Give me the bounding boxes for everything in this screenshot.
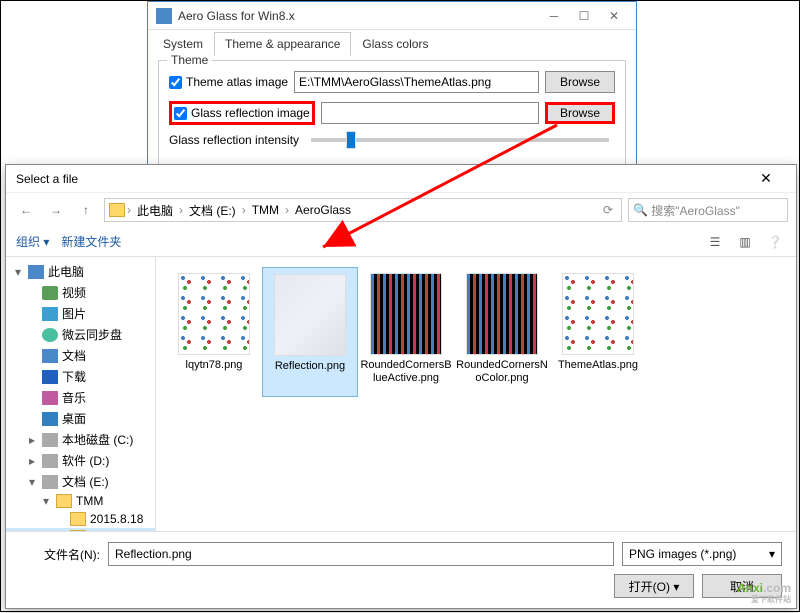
window-title: Aero Glass for Win8.x xyxy=(178,9,540,23)
tree-item[interactable]: 下载 xyxy=(6,366,155,387)
atlas-checkbox[interactable]: Theme atlas image xyxy=(169,75,288,89)
dialog-close-button[interactable]: ✕ xyxy=(746,170,786,187)
tree-item[interactable]: ▾TMM xyxy=(6,492,155,510)
search-input[interactable]: 🔍 搜索"AeroGlass" xyxy=(628,198,788,222)
file-item[interactable]: ThemeAtlas.png xyxy=(550,267,646,397)
file-item[interactable]: RoundedCornersNoColor.png xyxy=(454,267,550,397)
file-item[interactable]: Reflection.png xyxy=(262,267,358,397)
intensity-slider[interactable] xyxy=(311,138,609,142)
dialog-titlebar: Select a file ✕ xyxy=(6,165,796,193)
settings-titlebar: Aero Glass for Win8.x ─ ☐ ✕ xyxy=(148,2,636,30)
crumb-1[interactable]: 文档 (E:) xyxy=(185,202,240,219)
open-button[interactable]: 打开(O) ▾ xyxy=(614,574,694,598)
file-list: lqytn78.pngReflection.pngRoundedCornersB… xyxy=(156,257,796,531)
toolbar: 组织 ▾ 新建文件夹 ☰ ▥ ❔ xyxy=(6,227,796,257)
dialog-title: Select a file xyxy=(16,172,746,186)
tree-item[interactable]: ▸本地磁盘 (C:) xyxy=(6,429,155,450)
atlas-path-input[interactable] xyxy=(294,71,539,93)
tree-item[interactable]: 微云同步盘 xyxy=(6,324,155,345)
tab-theme[interactable]: Theme & appearance xyxy=(214,32,351,56)
crumb-3[interactable]: AeroGlass xyxy=(291,203,355,217)
help-button[interactable]: ❔ xyxy=(764,231,786,253)
minimize-button[interactable]: ─ xyxy=(540,9,568,23)
folder-icon xyxy=(109,203,125,217)
tab-colors[interactable]: Glass colors xyxy=(351,32,439,56)
view-icons-button[interactable]: ☰ xyxy=(704,231,726,253)
dialog-bottom: 文件名(N): PNG images (*.png)▾ 打开(O) ▾ 取消 xyxy=(6,531,796,608)
tree-item[interactable]: 视频 xyxy=(6,282,155,303)
app-icon xyxy=(156,8,172,24)
tree-item[interactable]: 2015.8.18 xyxy=(6,510,155,528)
nav-up-button[interactable]: ↑ xyxy=(74,198,98,222)
nav-back-button[interactable]: ← xyxy=(14,198,38,222)
filter-dropdown[interactable]: PNG images (*.png)▾ xyxy=(622,542,782,566)
tree-item[interactable]: ▾此电脑 xyxy=(6,261,155,282)
tree-item[interactable]: ▾文档 (E:) xyxy=(6,471,155,492)
tree-item[interactable]: 图片 xyxy=(6,303,155,324)
theme-groupbox: Theme Theme atlas image Browse Glass ref… xyxy=(158,60,626,166)
organize-button[interactable]: 组织 ▾ xyxy=(16,233,49,250)
close-button[interactable]: ✕ xyxy=(600,9,628,23)
reflection-checkbox[interactable]: Glass reflection image xyxy=(169,101,315,125)
atlas-browse-button[interactable]: Browse xyxy=(545,71,615,93)
nav-bar: ← → ↑ › 此电脑› 文档 (E:)› TMM› AeroGlass ⟳ 🔍… xyxy=(6,193,796,227)
file-dialog: Select a file ✕ ← → ↑ › 此电脑› 文档 (E:)› TM… xyxy=(5,164,797,609)
nav-fwd-button[interactable]: → xyxy=(44,198,68,222)
maximize-button[interactable]: ☐ xyxy=(570,9,598,23)
tree-item[interactable]: 桌面 xyxy=(6,408,155,429)
tree-item[interactable]: ▸软件 (D:) xyxy=(6,450,155,471)
tree-item[interactable]: 文档 xyxy=(6,345,155,366)
file-item[interactable]: RoundedCornersBlueActive.png xyxy=(358,267,454,397)
nav-tree: ▾此电脑视频图片微云同步盘文档下载音乐桌面▸本地磁盘 (C:)▸软件 (D:)▾… xyxy=(6,257,156,531)
intensity-label: Glass reflection intensity xyxy=(169,133,299,147)
watermark: Anxi.com 爱下软件站 xyxy=(737,572,791,605)
crumb-0[interactable]: 此电脑 xyxy=(133,202,177,219)
tree-item[interactable]: 音乐 xyxy=(6,387,155,408)
filename-input[interactable] xyxy=(108,542,614,566)
settings-window: Aero Glass for Win8.x ─ ☐ ✕ System Theme… xyxy=(147,1,637,171)
reflection-browse-button[interactable]: Browse xyxy=(545,102,615,124)
breadcrumb[interactable]: › 此电脑› 文档 (E:)› TMM› AeroGlass ⟳ xyxy=(104,198,622,222)
view-details-button[interactable]: ▥ xyxy=(734,231,756,253)
reflection-path-input[interactable] xyxy=(321,102,539,124)
newfolder-button[interactable]: 新建文件夹 xyxy=(61,233,121,250)
filename-label: 文件名(N): xyxy=(20,546,100,563)
file-item[interactable]: lqytn78.png xyxy=(166,267,262,397)
group-legend: Theme xyxy=(167,53,212,67)
tab-bar: System Theme & appearance Glass colors xyxy=(148,30,636,56)
crumb-2[interactable]: TMM xyxy=(248,203,283,217)
